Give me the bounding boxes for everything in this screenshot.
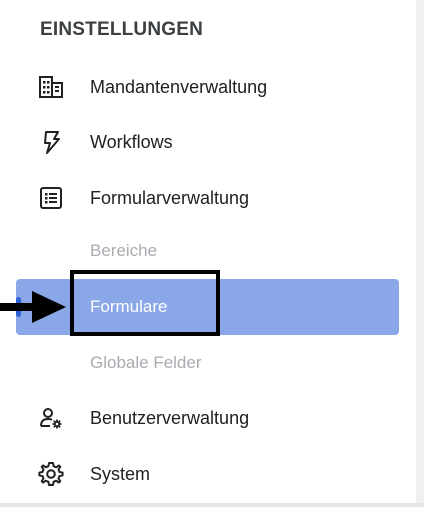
workflow-bolt-icon [38,129,64,155]
sidebar-item-workflows[interactable]: Workflows [0,120,416,164]
sidebar-bottom-border [0,503,424,507]
sub-item-bereiche[interactable]: Bereiche [0,231,416,271]
list-icon [38,185,64,211]
sidebar-right-border [416,0,424,507]
sub-item-label: Globale Felder [90,353,202,372]
sub-item-globale-felder[interactable]: Globale Felder [0,343,416,383]
sub-item-label: Formulare [90,297,168,316]
sub-item-formulare[interactable]: Formulare [16,279,399,335]
sidebar-item-formularverwaltung[interactable]: Formularverwaltung [0,176,416,220]
gear-icon [38,461,64,487]
active-indicator [16,297,21,317]
sidebar-item-mandantenverwaltung[interactable]: Mandantenverwaltung [0,65,416,109]
sidebar-item-system[interactable]: System [0,452,416,496]
settings-sidebar: EINSTELLUNGEN Mandantenverwaltung Workfl… [0,0,416,507]
sidebar-item-benutzerverwaltung[interactable]: Benutzerverwaltung [0,396,416,440]
sidebar-item-label: Formularverwaltung [90,188,250,208]
sidebar-item-label: System [90,464,151,484]
sub-item-label: Bereiche [90,241,158,260]
section-title: EINSTELLUNGEN [40,19,204,40]
sidebar-item-label: Benutzerverwaltung [90,408,250,428]
sidebar-item-label: Workflows [90,132,173,152]
building-icon [38,74,64,100]
sidebar-item-label: Mandantenverwaltung [90,77,268,97]
user-settings-icon [38,405,64,431]
